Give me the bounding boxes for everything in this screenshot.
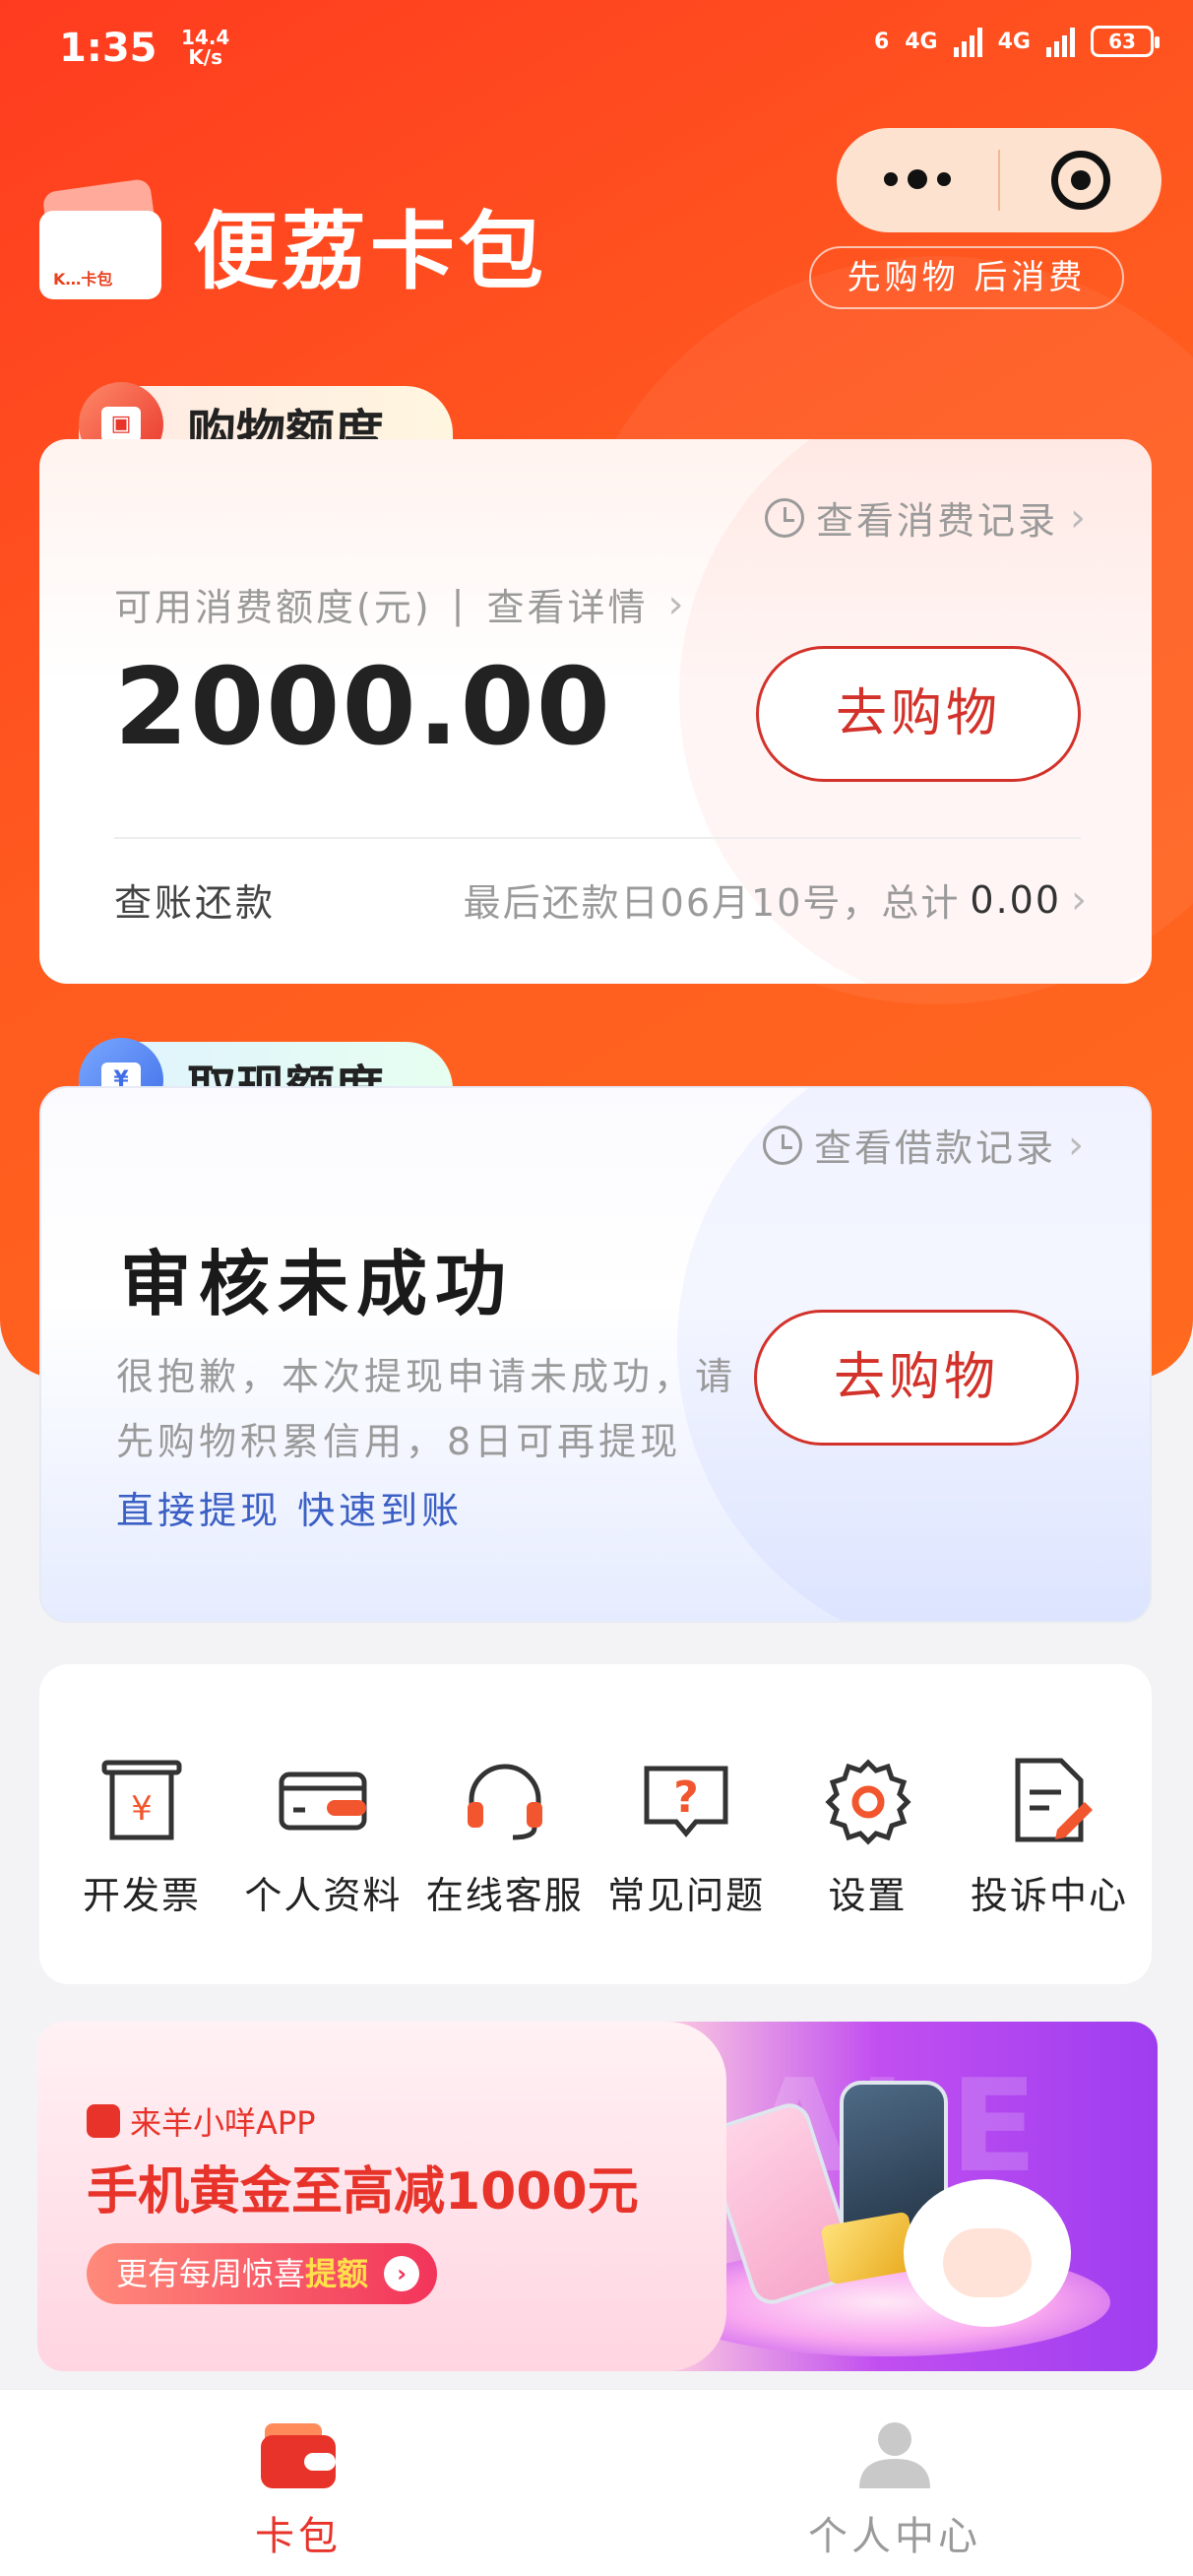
service-label: 常见问题	[607, 1874, 766, 1917]
sheep-mascot-graphic	[913, 2189, 1061, 2317]
logo-text: K…卡包	[53, 269, 113, 289]
chevron-right-icon: ›	[384, 2256, 420, 2291]
view-details-link[interactable]: 查看详情	[486, 577, 648, 631]
banner-brand: 来羊小咩APP	[87, 2098, 316, 2144]
available-quota-label: 可用消费额度(元)	[114, 586, 432, 629]
service-grid: ¥ 开发票 个人资料 在线客服 ? 常见问题 设置 投诉中心	[39, 1664, 1152, 1984]
network-speed-unit: K/s	[188, 45, 223, 69]
network-speed-value: 14.4	[181, 26, 230, 49]
banner-cta-text: 更有每周惊喜	[116, 2255, 306, 2292]
banner-headline: 手机黄金至高减1000元	[87, 2162, 639, 2222]
signal-icon	[1046, 26, 1075, 57]
status-indicators: 6 4G 4G 63	[873, 26, 1160, 57]
service-complaint[interactable]: 投诉中心	[961, 1753, 1138, 1984]
review-status-title: 审核未成功	[120, 1243, 515, 1325]
repay-total: 0.00	[970, 877, 1061, 922]
service-profile[interactable]: 个人资料	[234, 1753, 411, 1984]
brand-name: 便荔卡包	[193, 203, 547, 301]
close-target-icon[interactable]	[1000, 151, 1162, 210]
repay-link[interactable]: 查账还款	[114, 872, 276, 927]
person-icon	[859, 2422, 930, 2488]
complaint-icon	[1015, 1758, 1093, 1842]
service-label: 投诉中心	[970, 1874, 1128, 1917]
repay-info[interactable]: 最后还款日06月10号，总计 0.00 ›	[464, 872, 1089, 927]
view-spending-records-link[interactable]: 查看消费记录 ›	[764, 490, 1089, 545]
wifi-icon: 6	[873, 29, 890, 54]
available-quota-row: 可用消费额度(元) | 查看详情 ›	[114, 577, 686, 631]
service-label: 个人资料	[244, 1874, 403, 1917]
chevron-right-icon: ›	[1070, 494, 1089, 541]
shopping-quota-card: 查看消费记录 › 可用消费额度(元) | 查看详情 › 2000.00 去购物 …	[39, 439, 1152, 984]
nav-label: 卡包	[255, 2514, 342, 2559]
question-icon: ?	[644, 1766, 728, 1837]
status-bar: 1:35 14.4 K/s 6 4G 4G 63	[0, 0, 1193, 98]
service-support[interactable]: 在线客服	[416, 1753, 594, 1984]
service-label: 设置	[828, 1874, 908, 1917]
status-time: 1:35	[59, 26, 157, 71]
nav-profile[interactable]: 个人中心	[596, 2390, 1193, 2576]
svg-text:?: ?	[673, 1772, 699, 1823]
service-settings[interactable]: 设置	[780, 1753, 957, 1984]
app-logo-icon	[87, 2104, 120, 2138]
service-invoice[interactable]: ¥ 开发票	[53, 1753, 230, 1984]
wallet-logo-icon: K…卡包	[39, 177, 167, 303]
nav-wallet[interactable]: 卡包	[0, 2390, 596, 2576]
mini-program-capsule	[837, 128, 1162, 232]
bottom-nav: 卡包 个人中心	[0, 2389, 1193, 2576]
review-description: 很抱歉，本次提现申请未成功，请先购物积累信用，8日可再提现	[116, 1355, 737, 1463]
service-label: 在线客服	[425, 1874, 584, 1917]
clock-icon	[764, 497, 804, 538]
signal-label-2: 4G	[997, 29, 1031, 54]
network-speed: 14.4 K/s	[181, 28, 229, 67]
banner-cta-highlight: 提额	[305, 2255, 369, 2292]
signal-icon	[953, 26, 982, 57]
signal-label-1: 4G	[905, 29, 938, 54]
separator: |	[451, 582, 468, 626]
banner-brand-name: 来羊小咩APP	[130, 2104, 316, 2142]
card-icon	[279, 1771, 367, 1831]
quick-withdraw-link[interactable]: 直接提现 快速到账	[116, 1480, 463, 1534]
clock-icon	[762, 1125, 802, 1165]
more-icon[interactable]	[837, 168, 998, 189]
service-faq[interactable]: ? 常见问题	[597, 1753, 775, 1984]
nav-label: 个人中心	[808, 2514, 981, 2559]
service-label: 开发票	[82, 1874, 201, 1917]
view-spending-records-label: 查看消费记录	[815, 499, 1058, 543]
invoice-icon: ¥	[101, 1760, 182, 1840]
divider	[114, 837, 1081, 839]
repay-due-text: 最后还款日06月10号，总计	[463, 881, 961, 925]
headset-icon	[467, 1764, 542, 1840]
battery-icon: 63	[1091, 26, 1160, 57]
go-shopping-button[interactable]: 去购物	[756, 646, 1081, 782]
chevron-right-icon: ›	[667, 581, 687, 627]
chevron-right-icon: ›	[1068, 1122, 1087, 1168]
chevron-right-icon: ›	[1071, 876, 1089, 923]
wallet-icon	[261, 2423, 336, 2488]
svg-text:¥: ¥	[131, 1789, 153, 1829]
banner-cta-button[interactable]: 更有每周惊喜提额 ›	[87, 2243, 438, 2304]
brand: K…卡包 便荔卡包	[39, 177, 547, 305]
cash-quota-card: 查看借款记录 › 审核未成功 很抱歉，本次提现申请未成功，请先购物积累信用，8日…	[39, 1086, 1152, 1623]
go-shopping-button[interactable]: 去购物	[754, 1310, 1079, 1446]
available-amount: 2000.00	[114, 646, 612, 769]
view-loan-records-link[interactable]: 查看借款记录 ›	[762, 1118, 1087, 1172]
slogan-badge: 先购物 后消费	[809, 246, 1124, 309]
view-loan-records-label: 查看借款记录	[813, 1127, 1056, 1170]
promo-banner[interactable]: SALE SA 来羊小咩APP 手机黄金至高减1000元 更有每周惊喜提额 ›	[37, 2022, 1158, 2371]
gear-icon	[825, 1759, 911, 1845]
